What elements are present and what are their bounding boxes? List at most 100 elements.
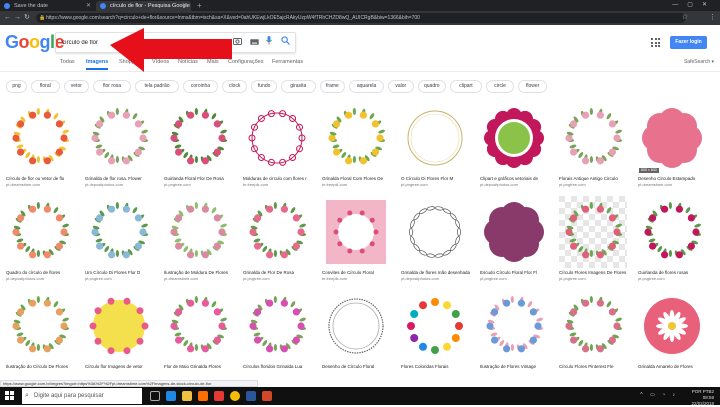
app-icon[interactable] bbox=[214, 391, 224, 401]
image-thumbnail[interactable] bbox=[559, 196, 627, 268]
image-thumbnail[interactable] bbox=[559, 102, 627, 174]
image-thumbnail[interactable] bbox=[164, 102, 232, 174]
image-thumbnail[interactable] bbox=[401, 196, 469, 268]
file-explorer-icon[interactable] bbox=[182, 391, 192, 401]
window-controls[interactable]: —▢✕ bbox=[672, 0, 716, 11]
back-arrow-icon[interactable]: ← bbox=[4, 12, 11, 24]
image-caption[interactable]: Grinalda de flores mão desenhada bbox=[401, 270, 473, 275]
image-caption[interactable]: Grinalda Floral Com Flores De bbox=[322, 176, 394, 181]
chip-10[interactable]: aquarela bbox=[349, 80, 384, 93]
chip-4[interactable]: tela padrão bbox=[135, 80, 180, 93]
search-icon[interactable] bbox=[281, 36, 290, 50]
apps-grid-icon[interactable] bbox=[651, 38, 660, 47]
image-thumbnail[interactable] bbox=[401, 290, 469, 362]
image-thumbnail[interactable]: 600 × 600 bbox=[638, 102, 706, 174]
image-thumbnail[interactable] bbox=[559, 290, 627, 362]
safesearch-toggle[interactable]: SafeSearch ▾ bbox=[684, 59, 714, 65]
system-clock[interactable]: POR PTB2 08:59 22/02/2018 bbox=[691, 389, 714, 407]
image-thumbnail[interactable] bbox=[164, 290, 232, 362]
image-thumbnail[interactable] bbox=[6, 196, 74, 268]
image-caption[interactable]: Grinalda de flor rosa. Flower bbox=[85, 176, 157, 181]
image-thumbnail[interactable] bbox=[164, 196, 232, 268]
chip-1[interactable]: floral bbox=[31, 80, 60, 93]
chip-11[interactable]: valor bbox=[388, 80, 414, 93]
image-caption[interactable]: Ilustração do Círculo De Flores bbox=[6, 364, 78, 369]
chip-0[interactable]: png bbox=[6, 80, 27, 93]
image-thumbnail[interactable] bbox=[85, 290, 153, 362]
image-thumbnail[interactable] bbox=[638, 290, 706, 362]
task-view-icon[interactable] bbox=[150, 391, 160, 401]
chip-5[interactable]: coroinha bbox=[183, 80, 218, 93]
taskbar-search-box[interactable]: ⌕ Digite aqui para pesquisar bbox=[22, 388, 142, 404]
image-thumbnail[interactable] bbox=[6, 102, 74, 174]
image-caption[interactable]: Guirlanda de flores rosas bbox=[638, 270, 710, 275]
image-caption[interactable]: O Círculo Di Flores Flor M bbox=[401, 176, 473, 181]
image-thumbnail[interactable] bbox=[480, 102, 548, 174]
image-caption[interactable]: Guirlanda Floral Flor De Rosa bbox=[164, 176, 236, 181]
image-thumbnail[interactable] bbox=[480, 290, 548, 362]
sign-in-button[interactable]: Fazer login bbox=[670, 36, 707, 49]
image-caption[interactable]: Ilustração de Moldura De Flores bbox=[164, 270, 236, 275]
image-thumbnail[interactable] bbox=[243, 290, 311, 362]
chip-3[interactable]: flor rosa bbox=[93, 80, 131, 93]
tab-7[interactable]: Ferramentas bbox=[272, 59, 303, 65]
chrome-icon[interactable] bbox=[230, 391, 240, 401]
image-caption[interactable]: Flores Coloridas Florais bbox=[401, 364, 473, 369]
forward-arrow-icon[interactable]: → bbox=[14, 12, 21, 24]
image-thumbnail[interactable] bbox=[322, 102, 390, 174]
powerpoint-icon[interactable] bbox=[262, 391, 272, 401]
image-thumbnail[interactable] bbox=[85, 102, 153, 174]
image-caption[interactable]: Um Círculo Di Flores Flor D bbox=[85, 270, 157, 275]
image-caption[interactable]: Convites de Círculo Floral bbox=[322, 270, 394, 275]
image-caption[interactable]: Molduras de circulo com flores r bbox=[243, 176, 315, 181]
camera-icon[interactable] bbox=[233, 36, 242, 50]
image-thumbnail[interactable] bbox=[480, 196, 548, 268]
browser-tab[interactable]: Save the date ✕ bbox=[0, 1, 95, 11]
image-caption[interactable]: Desenho de Círculo Floral bbox=[322, 364, 394, 369]
windows-start-icon[interactable] bbox=[5, 391, 15, 401]
reload-icon[interactable]: ↻ bbox=[24, 12, 30, 24]
image-caption[interactable]: Flor de Maio Grinalda Flores bbox=[164, 364, 236, 369]
image-caption[interactable]: Clipart e gráficos vetoriais de bbox=[480, 176, 552, 181]
chip-7[interactable]: fundo bbox=[251, 80, 277, 93]
image-caption[interactable]: Quadro do círculo de flores bbox=[6, 270, 78, 275]
tab-close-icon[interactable]: ✕ bbox=[86, 1, 91, 11]
chip-12[interactable]: quadro bbox=[417, 80, 447, 93]
kebab-menu-icon[interactable]: ⋮ bbox=[709, 12, 716, 24]
image-caption[interactable]: Grinalda de Flor De Rosa bbox=[243, 270, 315, 275]
image-thumbnail[interactable] bbox=[322, 196, 390, 268]
image-caption[interactable]: Círculo de flor ou Vetor de flo bbox=[6, 176, 78, 181]
chip-2[interactable]: vetor bbox=[63, 80, 90, 93]
image-caption[interactable]: Grinalda Amarelo de Flores bbox=[638, 364, 710, 369]
image-thumbnail[interactable] bbox=[401, 102, 469, 174]
chip-9[interactable]: frame bbox=[319, 80, 346, 93]
tab-1[interactable]: Imagens bbox=[86, 59, 109, 70]
image-thumbnail[interactable] bbox=[85, 196, 153, 268]
image-thumbnail[interactable] bbox=[243, 102, 311, 174]
image-caption[interactable]: Florais Antique Antigo Circulo bbox=[559, 176, 631, 181]
image-caption[interactable]: Escudo Círculo Floral Flor Fl bbox=[480, 270, 552, 275]
image-thumbnail[interactable] bbox=[6, 290, 74, 362]
plus-icon[interactable]: + bbox=[197, 0, 202, 11]
image-caption[interactable]: Círculo flor Imagens de vetor bbox=[85, 364, 157, 369]
chip-15[interactable]: flower bbox=[518, 80, 547, 93]
image-caption[interactable]: Ilustração de Flores Vintage bbox=[480, 364, 552, 369]
image-thumbnail[interactable] bbox=[638, 196, 706, 268]
bookmark-star-icon[interactable]: ☆ bbox=[682, 12, 688, 24]
image-caption[interactable]: Círculo Flores Imagens De Flores bbox=[559, 270, 631, 275]
browser-tab-active[interactable]: círculo de flor - Pesquisa Google ✕ bbox=[96, 1, 191, 11]
image-thumbnail[interactable] bbox=[243, 196, 311, 268]
tab-close-icon[interactable]: ✕ bbox=[182, 1, 187, 11]
chip-13[interactable]: clipart bbox=[450, 80, 482, 93]
system-tray-icons[interactable]: ^ ▭ ◔ ♪ bbox=[640, 392, 678, 398]
chip-6[interactable]: clock bbox=[221, 80, 248, 93]
image-caption[interactable]: Desenho Circulo Estampado bbox=[638, 176, 710, 181]
image-caption[interactable]: Círculos floridos Grinalda Lua bbox=[243, 364, 315, 369]
tab-0[interactable]: Todas bbox=[60, 59, 75, 65]
keyboard-icon[interactable] bbox=[250, 36, 259, 50]
microphone-icon[interactable] bbox=[266, 36, 272, 50]
store-icon[interactable] bbox=[198, 391, 208, 401]
chip-14[interactable]: circle bbox=[485, 80, 515, 93]
image-thumbnail[interactable] bbox=[322, 290, 390, 362]
chip-8[interactable]: girasita bbox=[280, 80, 316, 93]
